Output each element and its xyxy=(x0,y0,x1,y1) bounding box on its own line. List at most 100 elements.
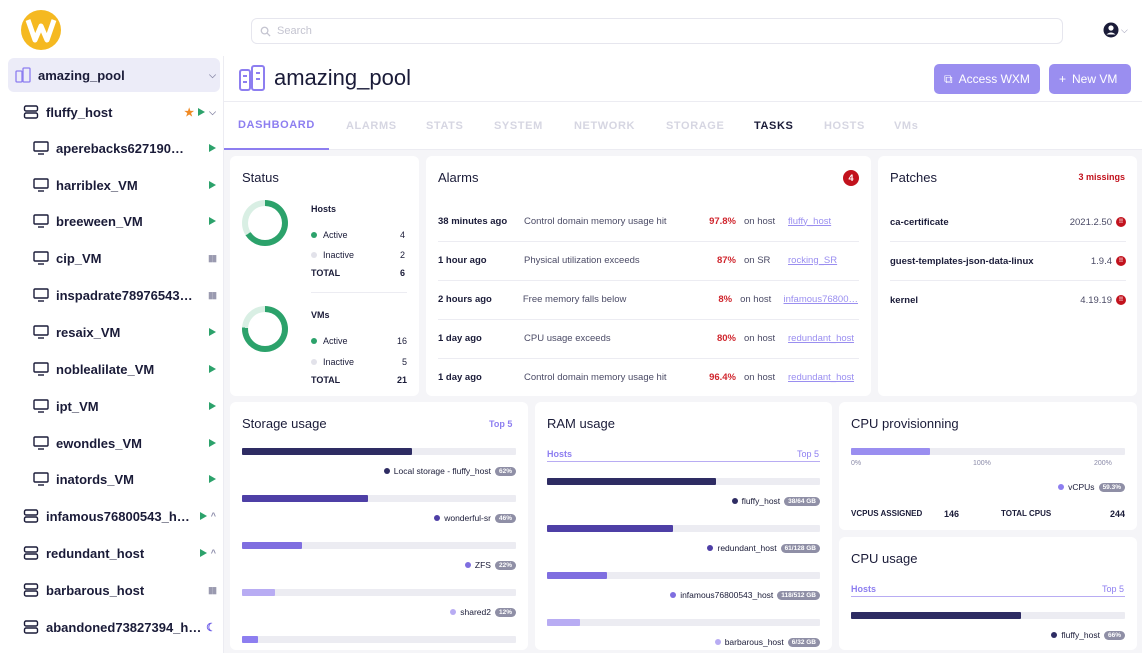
alarm-on: on host xyxy=(740,293,772,305)
sidebar-item-status: ▮▮ xyxy=(208,253,220,264)
tab-vms[interactable]: VMs xyxy=(880,102,932,150)
bar-legend-label: ZFS xyxy=(474,560,491,570)
alarm-message: Physical utilization exceeds xyxy=(524,254,640,266)
ram-bar-legend: redundant_host 61/128 GB xyxy=(547,543,820,553)
sidebar-item-vm[interactable]: aperebacks627190… xyxy=(32,131,220,165)
storage-bar-track xyxy=(242,636,516,643)
chevron-up-icon[interactable]: ^ xyxy=(211,511,216,521)
tab-bar: DASHBOARD ALARMS STATS SYSTEM NETWORK ST… xyxy=(224,102,1142,150)
sidebar-item-vm[interactable]: resaix_VM xyxy=(32,315,220,349)
hosts-total-row: TOTAL 6 xyxy=(311,268,405,278)
legend-dot xyxy=(707,545,714,551)
user-menu[interactable]: ⌵ xyxy=(1103,22,1128,38)
sidebar-item-vm[interactable]: cip_VM ▮▮ xyxy=(32,241,220,275)
storage-usage-card: Storage usage Top 5 Local storage - fluf… xyxy=(230,402,528,650)
host-icon xyxy=(22,507,40,525)
total-cpus-label: TOTAL CPUS xyxy=(1001,509,1052,518)
cpuusage-hosts-label[interactable]: Hosts xyxy=(851,584,876,594)
sidebar-item-host[interactable]: fluffy_host ★ ⌵ xyxy=(22,95,220,129)
tab-network[interactable]: NETWORK xyxy=(560,102,649,150)
tab-system[interactable]: SYSTEM xyxy=(480,102,557,150)
sidebar-item-vm[interactable]: inatords_VM xyxy=(32,462,220,496)
tab-alarms[interactable]: ALARMS xyxy=(332,102,411,150)
storage-bar-track xyxy=(242,589,516,596)
alarm-target-link[interactable]: rocking_SR xyxy=(788,255,837,266)
vcpus-assigned-label: VCPUS ASSIGNED xyxy=(851,509,923,518)
alarm-row: 2 hours ago Free memory falls below 8% on h… xyxy=(438,285,858,313)
paused-icon: ▮▮ xyxy=(208,252,217,263)
app-logo[interactable] xyxy=(18,8,64,52)
running-play-icon xyxy=(209,328,216,336)
chevron-down-icon[interactable]: ⌵ xyxy=(209,107,216,118)
sidebar-item-label: amazing_pool xyxy=(38,67,125,83)
tab-hosts[interactable]: HOSTS xyxy=(810,102,879,150)
bar-legend-pill: 46% xyxy=(494,513,516,523)
cpuprov-title: CPU provisionning xyxy=(851,416,959,431)
cpu-provisioning-card: CPU provisionning 0% 100% 200% vCPUs 59.… xyxy=(839,402,1137,530)
patch-version: 4.19.19 xyxy=(1080,294,1112,306)
sidebar-item-status xyxy=(209,439,220,447)
cpuusage-bar-legend: fluffy_host 66% xyxy=(851,630,1125,640)
patch-missing-icon: !! xyxy=(1116,256,1126,266)
cpuusage-top5-link[interactable]: Top 5 xyxy=(1102,584,1124,594)
ram-bar-fill xyxy=(547,572,607,579)
search-box[interactable] xyxy=(251,18,1063,44)
ram-hosts-label[interactable]: Hosts xyxy=(547,449,572,459)
bar-legend-label: fluffy_host xyxy=(741,496,781,506)
search-input[interactable] xyxy=(277,25,1057,37)
sidebar-item-host[interactable]: redundant_host ^ xyxy=(22,536,220,570)
bar-legend-pill: 38/64 GB xyxy=(784,496,820,506)
sidebar-item-pool[interactable]: amazing_pool ⌵ xyxy=(8,58,220,92)
suspended-moon-icon: ☾ xyxy=(206,621,216,634)
vms-active-label: Active xyxy=(323,336,348,346)
sidebar-item-status xyxy=(209,475,220,483)
sidebar-item-host[interactable]: infamous76800543_h… ^ xyxy=(22,499,220,533)
alarm-row: 1 day ago CPU usage exceeds 80% on host redu… xyxy=(438,324,858,352)
storage-top5-link[interactable]: Top 5 xyxy=(489,419,512,429)
patch-name: ca-certificate xyxy=(890,216,949,228)
bar-legend-label: fluffy_host xyxy=(1061,630,1100,640)
new-vm-button[interactable]: + New VM xyxy=(1049,64,1131,94)
sidebar-item-host[interactable]: abandoned73827394_h… ☾ xyxy=(22,610,220,644)
sidebar-item-vm[interactable]: harriblex_VM xyxy=(32,168,220,202)
chevron-down-icon[interactable]: ⌵ xyxy=(209,70,216,81)
cpuprov-legend-pill: 59.3% xyxy=(1098,482,1125,492)
pool-icon xyxy=(14,66,32,84)
alarm-target-link[interactable]: redundant_host xyxy=(788,372,854,383)
sidebar-item-host[interactable]: barbarous_host ▮▮ xyxy=(22,573,220,607)
sidebar-item-label: ipt_VM xyxy=(56,398,99,414)
patches-missing-count[interactable]: 3 missings xyxy=(1078,172,1125,182)
star-icon[interactable]: ★ xyxy=(184,106,194,119)
chevron-up-icon[interactable]: ^ xyxy=(211,548,216,558)
sidebar: amazing_pool ⌵ fluffy_host ★ ⌵ aperebacks6271… xyxy=(0,56,224,653)
ram-top5-link[interactable]: Top 5 xyxy=(797,449,819,459)
patches-card: Patches 3 missings ca-certificate 2021.2.… xyxy=(878,156,1137,396)
host-icon xyxy=(22,103,40,121)
sidebar-item-vm[interactable]: noblealilate_VM xyxy=(32,352,220,386)
host-icon xyxy=(22,618,40,636)
vm-monitor-icon xyxy=(32,176,50,194)
patch-row[interactable]: kernel 4.19.19!! xyxy=(890,290,1126,310)
tab-stats[interactable]: STATS xyxy=(412,102,477,150)
access-wxm-button[interactable]: ⧉ Access WXM xyxy=(934,64,1040,94)
patch-row[interactable]: ca-certificate 2021.2.50!! xyxy=(890,212,1126,232)
alarm-message: CPU usage exceeds xyxy=(524,332,611,344)
sidebar-item-vm[interactable]: ewondles_VM xyxy=(32,426,220,460)
vm-monitor-icon xyxy=(32,212,50,230)
alarm-target-link[interactable]: infamous76800… xyxy=(784,294,858,305)
hosts-total-label: TOTAL xyxy=(311,268,341,278)
tab-storage[interactable]: STORAGE xyxy=(652,102,738,150)
alarms-title: Alarms xyxy=(438,170,479,185)
patch-row[interactable]: guest-templates-json-data-linux 1.9.4!! xyxy=(890,251,1126,271)
alarm-target-link[interactable]: redundant_host xyxy=(788,333,854,344)
tab-tasks[interactable]: TASKS xyxy=(740,102,807,150)
bar-legend-pill: 62% xyxy=(494,466,516,476)
ram-title: RAM usage xyxy=(547,416,615,431)
sidebar-item-vm[interactable]: inspadrate78976543… ▮▮ xyxy=(32,278,220,312)
sidebar-item-vm[interactable]: ipt_VM xyxy=(32,389,220,423)
sidebar-item-vm[interactable]: breeween_VM xyxy=(32,204,220,238)
alarm-target-link[interactable]: fluffy_host xyxy=(788,216,831,227)
tab-dashboard[interactable]: DASHBOARD xyxy=(224,102,329,150)
bar-legend-pill: 22% xyxy=(494,560,516,570)
sidebar-item-label: redundant_host xyxy=(46,545,145,561)
